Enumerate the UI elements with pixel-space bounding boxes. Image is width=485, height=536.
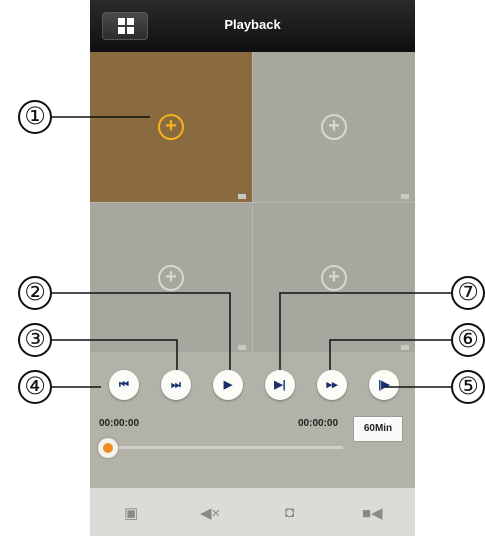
callout-4: ④	[18, 370, 52, 404]
callout-7: ⑦	[451, 276, 485, 310]
callout-1: ①	[18, 100, 52, 134]
callout-2: ②	[18, 276, 52, 310]
callout-5: ⑤	[451, 370, 485, 404]
callout-3: ③	[18, 323, 52, 357]
callout-lines	[52, 116, 453, 388]
callout-6: ⑥	[451, 323, 485, 357]
